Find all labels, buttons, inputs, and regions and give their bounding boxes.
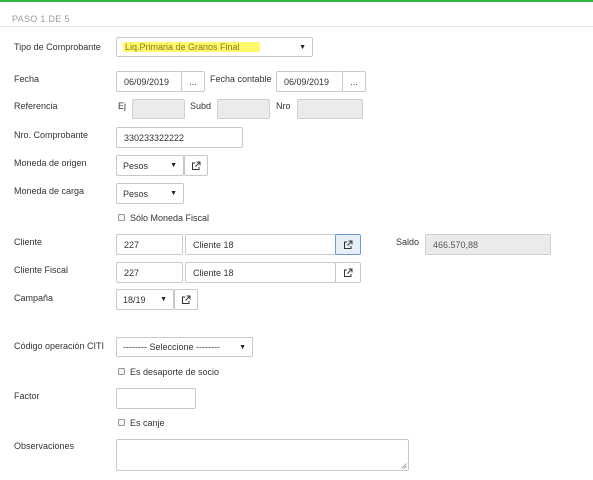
saldo-label: Saldo [396, 237, 420, 247]
caret-down-icon: ▼ [170, 190, 177, 197]
solo-moneda-fiscal-label: Sólo Moneda Fiscal [130, 213, 210, 223]
cliente-fiscal-name-input[interactable]: Cliente 18 [185, 262, 336, 283]
moneda-origen-value: Pesos [123, 160, 149, 171]
moneda-origen-select[interactable]: Pesos ▼ [116, 155, 184, 176]
fecha-contable-input[interactable]: 06/09/2019 [276, 71, 343, 92]
cliente-code-input[interactable]: 227 [116, 234, 183, 255]
referencia-label: Referencia [14, 101, 58, 111]
observaciones-textarea[interactable] [116, 439, 409, 471]
factor-label: Factor [14, 391, 40, 401]
fecha-label: Fecha [14, 74, 40, 84]
saldo-value: 466.570,88 [425, 234, 551, 255]
cliente-label: Cliente [14, 237, 43, 247]
referencia-nro-label: Nro [276, 101, 291, 111]
fecha-contable-picker-button[interactable]: ... [342, 71, 366, 92]
es-canje-checkbox[interactable] [118, 419, 125, 426]
external-link-icon [182, 295, 191, 304]
resize-grip-icon[interactable] [400, 462, 407, 469]
tipo-comprobante-label: Tipo de Comprobante [14, 42, 101, 52]
moneda-origen-external-link-button[interactable] [184, 155, 208, 176]
es-canje-label: Es canje [130, 418, 165, 428]
top-accent-line [0, 0, 593, 2]
codigo-operacion-citi-label: Código operación CITI [14, 341, 105, 351]
external-link-icon [344, 240, 353, 249]
moneda-carga-select[interactable]: Pesos ▼ [116, 183, 184, 204]
es-desaporte-socio-checkbox[interactable] [118, 368, 125, 375]
moneda-carga-value: Pesos [123, 188, 149, 199]
campana-select[interactable]: 18/19 ▼ [116, 289, 174, 310]
moneda-origen-label: Moneda de origen [14, 158, 87, 168]
nro-comprobante-label: Nro. Comprobante [14, 130, 89, 140]
cliente-external-link-button[interactable] [335, 234, 361, 255]
external-link-icon [344, 268, 353, 277]
nro-comprobante-input[interactable]: 330233322222 [116, 127, 243, 148]
caret-down-icon: ▼ [160, 296, 167, 303]
moneda-carga-label: Moneda de carga [14, 186, 85, 196]
external-link-icon [192, 161, 201, 170]
campana-value: 18/19 [123, 294, 146, 305]
tipo-comprobante-select[interactable]: Liq.Primaria de Granos Final ▼ [116, 37, 313, 57]
campana-label: Campaña [14, 293, 54, 303]
cliente-fiscal-code-input[interactable]: 227 [116, 262, 183, 283]
codigo-operacion-citi-value: -------- Seleccione -------- [123, 342, 220, 352]
cliente-fiscal-label: Cliente Fiscal [14, 265, 69, 275]
referencia-ej-input [132, 99, 185, 119]
observaciones-label: Observaciones [14, 441, 75, 451]
step-divider [0, 26, 593, 27]
factor-input[interactable] [116, 388, 196, 409]
cliente-name-input[interactable]: Cliente 18 [185, 234, 336, 255]
caret-down-icon: ▼ [239, 343, 246, 351]
caret-down-icon: ▼ [170, 162, 177, 169]
campana-external-link-button[interactable] [174, 289, 198, 310]
fecha-contable-label: Fecha contable [210, 74, 272, 84]
referencia-nro-input [297, 99, 363, 119]
codigo-operacion-citi-select[interactable]: -------- Seleccione -------- ▼ [116, 337, 253, 357]
fecha-picker-button[interactable]: ... [181, 71, 205, 92]
referencia-ej-label: Ej [118, 101, 127, 111]
tipo-comprobante-value: Liq.Primaria de Granos Final [123, 42, 260, 52]
referencia-subd-label: Subd [190, 101, 212, 111]
caret-down-icon: ▼ [299, 43, 306, 51]
es-desaporte-socio-label: Es desaporte de socio [130, 367, 220, 377]
fecha-input[interactable]: 06/09/2019 [116, 71, 182, 92]
cliente-fiscal-external-link-button[interactable] [335, 262, 361, 283]
step-title: PASO 1 DE 5 [12, 14, 70, 24]
referencia-subd-input [217, 99, 270, 119]
solo-moneda-fiscal-checkbox[interactable] [118, 214, 125, 221]
